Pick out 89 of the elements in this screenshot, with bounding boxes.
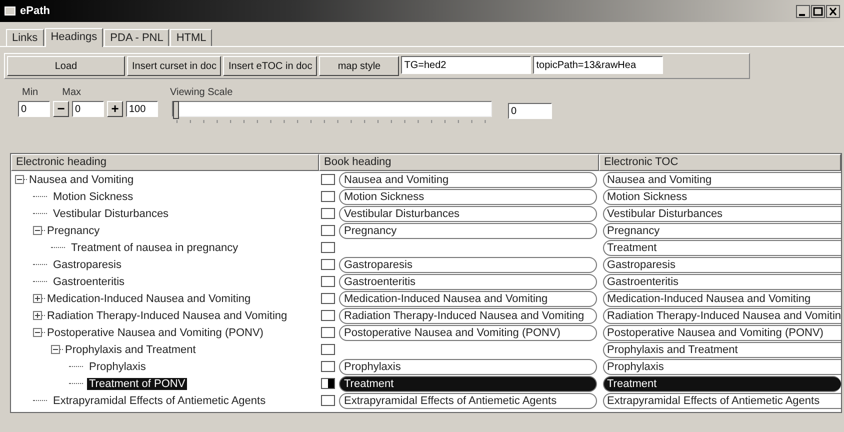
tab[interactable]: Headings: [44, 28, 104, 47]
book-heading-field[interactable]: Nausea and Vomiting: [339, 172, 597, 188]
tree-item[interactable]: Prophylaxis: [87, 360, 148, 372]
book-heading-field[interactable]: Vestibular Disturbances: [339, 206, 597, 222]
tree-item[interactable]: Gastroenteritis: [51, 276, 127, 288]
tree-item[interactable]: Extrapyramidal Effects of Antiemetic Agents: [51, 394, 268, 406]
toolbar-button[interactable]: map style: [319, 56, 400, 76]
toc-field[interactable]: Gastroenteritis: [603, 274, 841, 290]
tree-item[interactable]: Gastroparesis: [51, 258, 124, 270]
checkbox[interactable]: [321, 344, 335, 355]
number-field[interactable]: 100: [126, 101, 158, 117]
book-heading-field[interactable]: Prophylaxis: [339, 358, 597, 374]
tree-item[interactable]: Nausea and Vomiting: [27, 174, 136, 186]
checkbox[interactable]: [321, 276, 335, 287]
tree-item[interactable]: Medication-Induced Nausea and Vomiting: [45, 292, 253, 304]
book-heading-field[interactable]: Gastroenteritis: [339, 274, 597, 290]
toc-field[interactable]: Nausea and Vomiting: [603, 172, 841, 188]
toc-field[interactable]: Pregnancy: [603, 222, 841, 238]
toc-field[interactable]: Gastroparesis: [603, 256, 841, 272]
toc-field[interactable]: Vestibular Disturbances: [603, 206, 841, 222]
expand-toggle[interactable]: [51, 345, 60, 354]
toolbar-button[interactable]: Load: [7, 56, 125, 76]
checkbox[interactable]: [321, 327, 335, 338]
expand-toggle[interactable]: [33, 226, 42, 235]
increment-button[interactable]: +: [107, 101, 123, 117]
book-heading-field[interactable]: Radiation Therapy-Induced Nausea and Vomiting: [339, 308, 597, 324]
maximize-button[interactable]: [811, 4, 825, 18]
number-field[interactable]: 0: [72, 101, 104, 117]
tree-item[interactable]: Postoperative Nausea and Vomiting (PONV): [45, 326, 266, 338]
tree-item[interactable]: Motion Sickness: [51, 190, 136, 202]
column-header[interactable]: Electronic TOC: [599, 154, 841, 171]
book-heading-field[interactable]: Treatment: [339, 376, 597, 392]
checkbox[interactable]: [321, 208, 335, 219]
slider-thumb[interactable]: [173, 101, 179, 119]
scale-label: Viewing Scale: [170, 87, 234, 98]
toc-field[interactable]: Postoperative Nausea and Vomiting (PONV): [603, 324, 841, 340]
checkbox[interactable]: [321, 293, 335, 304]
checkbox[interactable]: [321, 395, 335, 406]
toc-field[interactable]: Prophylaxis: [603, 358, 841, 374]
toc-field[interactable]: Motion Sickness: [603, 188, 841, 204]
checkbox[interactable]: [321, 225, 335, 236]
column-header[interactable]: Book heading: [319, 154, 599, 171]
app-icon: [4, 5, 16, 17]
tree-item[interactable]: Pregnancy: [45, 224, 102, 236]
number-field[interactable]: 0: [18, 101, 50, 117]
checkbox[interactable]: [321, 242, 335, 253]
scale-slider[interactable]: [172, 101, 492, 117]
expand-toggle[interactable]: [33, 294, 42, 303]
close-button[interactable]: [826, 4, 840, 18]
field-label: Min: [22, 87, 38, 98]
toc-field[interactable]: Treatment: [603, 240, 841, 256]
decrement-button[interactable]: −: [53, 101, 69, 117]
column-header[interactable]: Electronic heading: [11, 154, 319, 171]
toolbar-button[interactable]: Insert eTOC in doc: [223, 56, 318, 76]
toc-field[interactable]: Radiation Therapy-Induced Nausea and Vomitin: [603, 308, 841, 324]
checkbox[interactable]: [321, 310, 335, 321]
book-heading-field[interactable]: Postoperative Nausea and Vomiting (PONV): [339, 324, 597, 340]
tree-item[interactable]: Vestibular Disturbances: [51, 208, 171, 220]
field-label: Max: [62, 87, 82, 98]
toc-field[interactable]: Prophylaxis and Treatment: [603, 342, 841, 358]
tree-item[interactable]: Treatment of PONV: [87, 378, 188, 390]
scale-value-field[interactable]: 0: [508, 103, 552, 119]
tree-item[interactable]: Radiation Therapy-Induced Nausea and Vomiting: [45, 310, 290, 322]
tab[interactable]: Links: [6, 29, 44, 46]
toc-field[interactable]: Medication-Induced Nausea and Vomiting: [603, 290, 841, 306]
tree-item[interactable]: Prophylaxis and Treatment: [63, 344, 198, 356]
tab[interactable]: HTML: [170, 29, 212, 46]
minimize-button[interactable]: [796, 4, 810, 18]
checkbox[interactable]: [321, 378, 335, 389]
book-heading-field[interactable]: Pregnancy: [339, 222, 597, 238]
book-heading-field[interactable]: Gastroparesis: [339, 256, 597, 272]
tree-item[interactable]: Treatment of nausea in pregnancy: [69, 242, 240, 254]
checkbox[interactable]: [321, 259, 335, 270]
tab[interactable]: PDA - PNL: [104, 29, 170, 46]
text-field[interactable]: topicPath=13&rawHea: [533, 56, 664, 74]
book-heading-field[interactable]: Motion Sickness: [339, 188, 597, 204]
checkbox[interactable]: [321, 174, 335, 185]
book-heading-field[interactable]: Medication-Induced Nausea and Vomiting: [339, 290, 597, 306]
book-heading-field[interactable]: Extrapyramidal Effects of Antiemetic Agents: [339, 392, 597, 408]
toolbar-button[interactable]: Insert curset in doc: [127, 56, 222, 76]
text-field[interactable]: TG=hed2: [401, 56, 532, 74]
window-title: ePath: [20, 5, 51, 17]
expand-toggle[interactable]: [15, 175, 24, 184]
checkbox[interactable]: [321, 361, 335, 372]
toc-field[interactable]: Treatment: [603, 376, 841, 392]
expand-toggle[interactable]: [33, 328, 42, 337]
toc-field[interactable]: Extrapyramidal Effects of Antiemetic Agents: [603, 392, 841, 408]
expand-toggle[interactable]: [33, 311, 42, 320]
checkbox[interactable]: [321, 191, 335, 202]
